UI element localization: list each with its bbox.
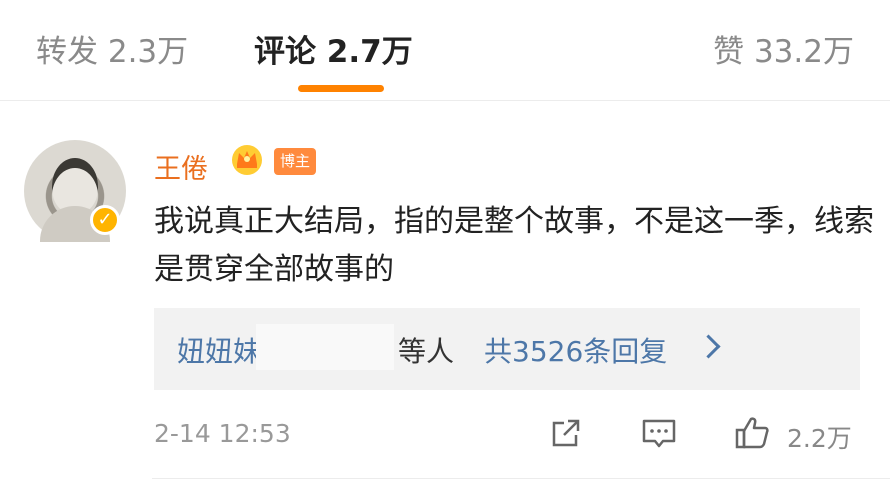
replies-preview[interactable]: 妞妞妹 等人 共3526条回复 [154, 308, 860, 390]
like-count: 2.2万 [787, 424, 852, 453]
redacted-area [256, 324, 394, 370]
comment-icon[interactable] [639, 413, 679, 453]
active-tab-indicator [298, 85, 384, 92]
reply-user-names[interactable]: 妞妞妹 [177, 330, 261, 370]
tab-repost[interactable]: 转发 2.3万 [36, 26, 188, 71]
crown-icon [232, 145, 262, 175]
tab-comments[interactable]: 评论 2.7万 [254, 26, 413, 71]
divider [152, 478, 890, 479]
comment-tabs: 转发 2.3万 评论 2.7万 赞 33.2万 [0, 0, 890, 101]
comment-timestamp: 2-14 12:53 [154, 419, 291, 448]
thumbs-up-icon[interactable] [733, 413, 773, 453]
comment-username[interactable]: 王倦 [154, 147, 208, 186]
verified-icon: ✓ [90, 205, 120, 235]
share-icon[interactable] [546, 413, 586, 453]
reply-count-link[interactable]: 共3526条回复 [484, 330, 667, 370]
chevron-right-icon [696, 334, 721, 359]
tab-likes[interactable]: 赞 33.2万 [713, 26, 854, 71]
comment-text: 我说真正大结局，指的是整个故事，不是这一季，线索是贯穿全部故事的 [154, 204, 874, 287]
author-badge: 博主 [274, 148, 316, 175]
reply-suffix: 等人 [398, 335, 455, 368]
